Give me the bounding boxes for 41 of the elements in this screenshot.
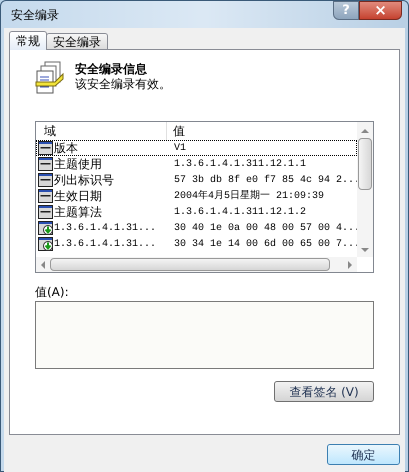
list-row[interactable]: 版本 V1 [36,140,357,156]
list-row[interactable]: 主题算法 1.3.6.1.4.1.311.12.1.2 [36,204,357,220]
scrollbar-thumb[interactable] [358,138,372,190]
window-icon [38,141,53,155]
column-header[interactable]: 值 [167,122,357,140]
scroll-left-icon[interactable] [40,260,46,268]
field-value: 1.3.6.1.4.1.311.12.1.2 [173,206,306,220]
vertical-scrollbar[interactable] [357,122,373,257]
horizontal-scrollbar[interactable] [36,257,357,272]
view-signature-button[interactable]: 查看签名 (V) [274,381,374,402]
certificate-document-icon [35,61,65,95]
ok-button[interactable]: 确定 [327,444,400,465]
header-subtitle: 该安全编录有效。 [75,77,171,92]
tab[interactable]: 安全编录 [46,33,108,49]
window-icon [38,157,53,171]
field-value: V1 [173,142,186,156]
list-row[interactable]: 生效日期 2004年4月5日星期一 21:09:39 [36,188,357,204]
field-name: 生效日期 [54,188,102,205]
field-name: 版本 [54,140,78,157]
field-value: 1.3.6.1.4.1.311.12.1.1 [173,158,306,172]
window-title: 安全编录 [11,6,59,24]
field-name: 主题使用 [54,156,102,173]
field-name: 1.3.6.1.4.1.31... [54,222,156,236]
scroll-up-icon[interactable] [361,128,369,134]
scrollbar-thumb[interactable] [50,258,330,271]
scroll-down-icon[interactable] [361,247,369,253]
value-field[interactable] [35,301,374,369]
window-icon [38,189,53,203]
column-header[interactable]: 域 [36,122,167,140]
list-row[interactable]: 主题使用 1.3.6.1.4.1.311.12.1.1 [36,156,357,172]
value-label: 值(A): [35,285,70,300]
header-title: 安全编录信息 [75,62,148,77]
field-name: 主题算法 [54,204,102,221]
scroll-right-icon[interactable] [347,260,353,268]
tab[interactable]: 常规 [9,31,47,50]
field-name: 列出标识号 [54,172,114,189]
close-button[interactable]: × [359,1,402,20]
field-value: 2004年4月5日星期一 21:09:39 [173,188,324,204]
window-icon [38,205,53,219]
field-name: 1.3.6.1.4.1.31... [54,238,156,252]
window-icon [38,173,53,187]
